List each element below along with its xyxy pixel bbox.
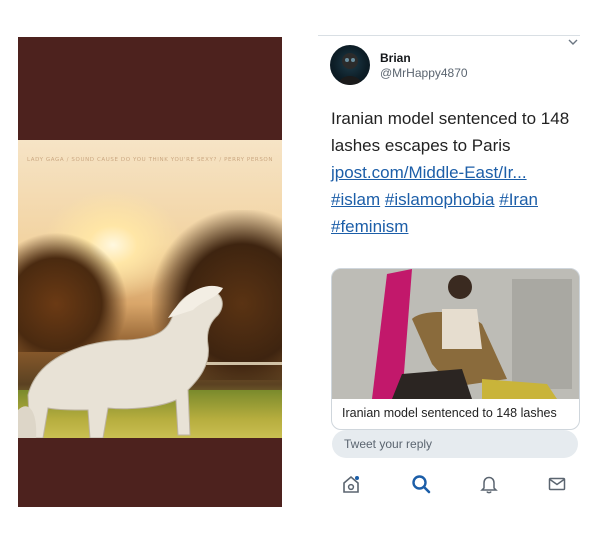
chevron-down-icon[interactable] (568, 38, 578, 46)
notifications-icon[interactable] (478, 473, 500, 495)
author-handle[interactable]: @MrHappy4870 (380, 66, 468, 80)
messages-icon[interactable] (546, 473, 568, 495)
avatar[interactable] (330, 45, 370, 85)
search-icon[interactable] (410, 473, 432, 495)
divider (318, 35, 580, 36)
hashtag-iran[interactable]: #Iran (499, 190, 538, 209)
link-preview-card[interactable]: Iranian model sentenced to 148 lashes (331, 268, 580, 430)
horse-image (18, 285, 223, 438)
tweet-text: Iranian model sentenced to 148 lashes es… (331, 105, 576, 240)
reply-placeholder: Tweet your reply (344, 437, 433, 451)
reply-input[interactable]: Tweet your reply (332, 430, 578, 458)
hashtag-islamophobia[interactable]: #islamophobia (385, 190, 495, 209)
preview-image (332, 269, 579, 399)
tweet-body: Iranian model sentenced to 148 lashes es… (331, 109, 570, 155)
tweet-card[interactable]: Brian @MrHappy4870 Iranian model sentenc… (318, 35, 580, 505)
story-photo: LADY GAGA / SOUND CAUSE DO YOU THINK YOU… (18, 140, 282, 438)
preview-title: Iranian model sentenced to 148 lashes (342, 406, 557, 420)
bottom-nav (318, 473, 580, 497)
hashtag-islam[interactable]: #islam (331, 190, 380, 209)
avatar-image (338, 53, 362, 85)
tweet-link[interactable]: jpost.com/Middle-East/Ir... (331, 163, 527, 182)
story-panel[interactable]: LADY GAGA / SOUND CAUSE DO YOU THINK YOU… (18, 37, 282, 507)
hashtag-feminism[interactable]: #feminism (331, 217, 408, 236)
home-icon[interactable] (340, 473, 362, 495)
author-name[interactable]: Brian (380, 51, 411, 65)
story-caption: LADY GAGA / SOUND CAUSE DO YOU THINK YOU… (26, 157, 274, 163)
